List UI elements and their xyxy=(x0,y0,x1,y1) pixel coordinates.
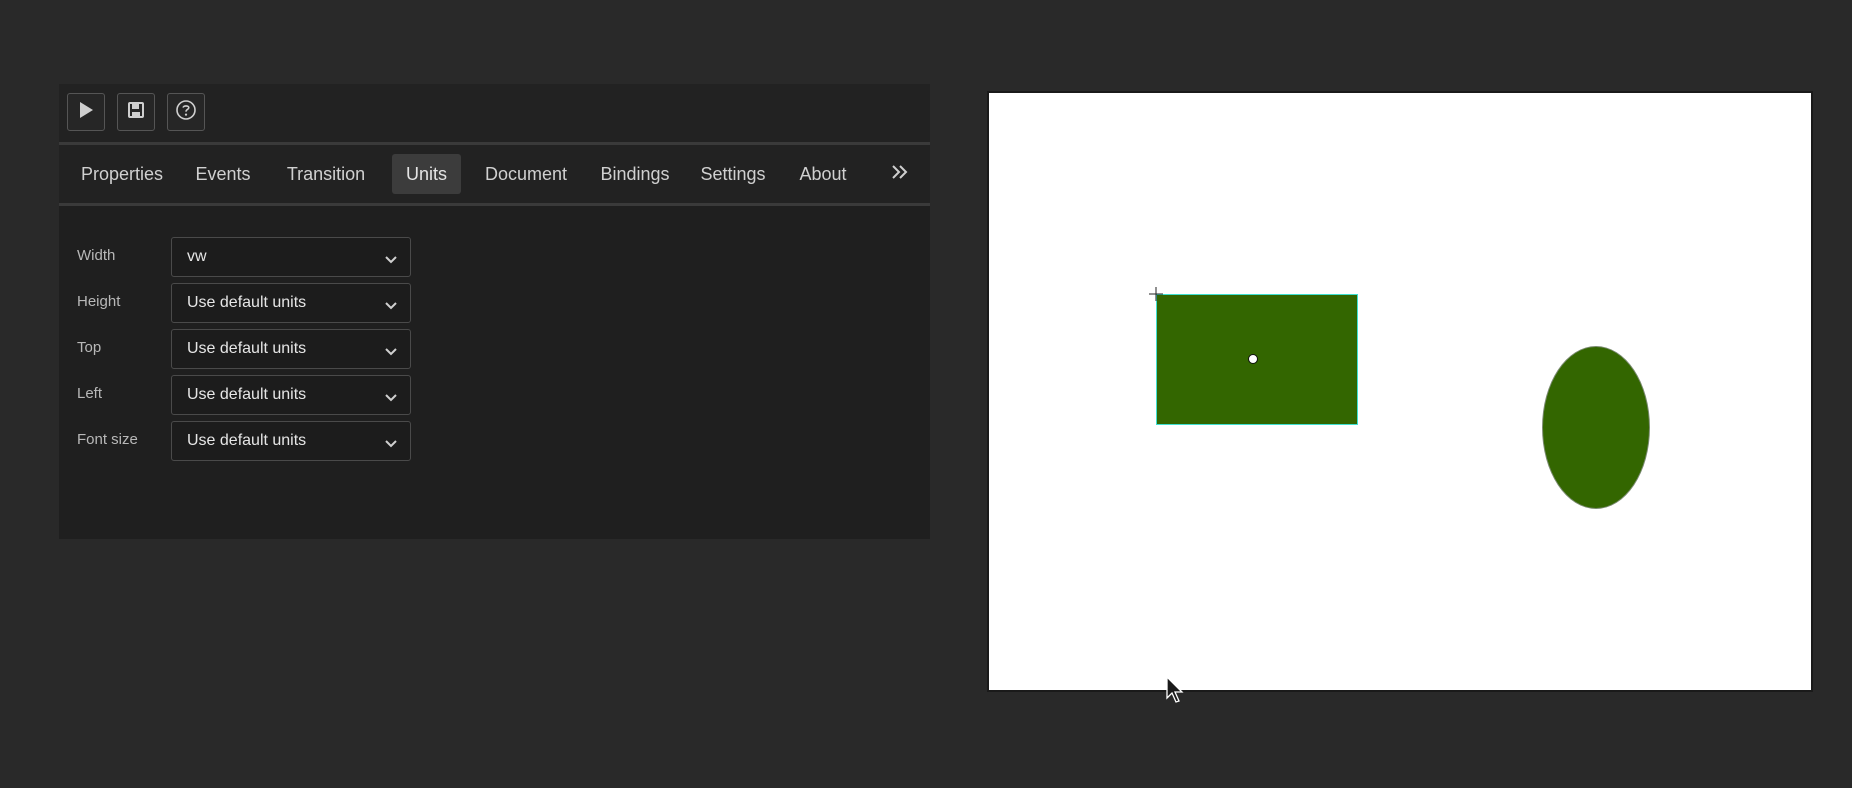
tab-transition[interactable]: Transition xyxy=(281,154,371,194)
top-unit-select[interactable]: Use default units xyxy=(171,329,411,369)
font-size-unit-value: Use default units xyxy=(187,432,307,449)
mouse-pointer-icon xyxy=(1166,675,1184,704)
tab-settings[interactable]: Settings xyxy=(693,154,773,194)
ellipse-shape[interactable] xyxy=(1542,346,1650,509)
play-icon xyxy=(77,101,95,124)
top-unit-row: Top Use default units xyxy=(59,329,930,369)
tab-about[interactable]: About xyxy=(792,154,854,194)
rotation-center-handle[interactable] xyxy=(1248,354,1258,364)
width-unit-value: vw xyxy=(187,248,207,265)
play-button[interactable] xyxy=(67,93,105,131)
save-button[interactable] xyxy=(117,93,155,131)
tab-properties[interactable]: Properties xyxy=(69,154,175,194)
left-unit-value: Use default units xyxy=(187,386,307,403)
left-label: Left xyxy=(77,385,103,402)
top-unit-value: Use default units xyxy=(187,340,307,357)
height-unit-row: Height Use default units xyxy=(59,283,930,323)
chevron-down-icon xyxy=(384,390,398,402)
double-chevron-right-icon xyxy=(890,164,910,185)
width-label: Width xyxy=(77,247,116,264)
tab-document[interactable]: Document xyxy=(477,154,575,194)
tab-units[interactable]: Units xyxy=(392,154,461,194)
height-unit-value: Use default units xyxy=(187,294,307,311)
font-size-unit-row: Font size Use default units xyxy=(59,421,930,461)
help-button[interactable] xyxy=(167,93,205,131)
chevron-down-icon xyxy=(384,344,398,356)
height-label: Height xyxy=(77,293,121,310)
crosshair-icon xyxy=(1149,287,1163,301)
chevron-down-icon xyxy=(384,298,398,310)
width-unit-row: Width vw xyxy=(59,237,930,277)
font-size-label: Font size xyxy=(77,431,138,448)
properties-panel: Properties Events Transition Units Docum… xyxy=(59,84,930,539)
tab-bindings[interactable]: Bindings xyxy=(593,154,677,194)
save-icon xyxy=(127,101,145,124)
tabs-overflow-button[interactable] xyxy=(885,154,915,194)
width-unit-select[interactable]: vw xyxy=(171,237,411,277)
height-unit-select[interactable]: Use default units xyxy=(171,283,411,323)
toolbar xyxy=(59,84,930,145)
tab-bar: Properties Events Transition Units Docum… xyxy=(59,145,930,206)
top-label: Top xyxy=(77,339,102,356)
drawing-canvas[interactable] xyxy=(987,91,1813,692)
help-icon xyxy=(175,99,197,126)
chevron-down-icon xyxy=(384,436,398,448)
font-size-unit-select[interactable]: Use default units xyxy=(171,421,411,461)
tab-events[interactable]: Events xyxy=(189,154,257,194)
left-unit-row: Left Use default units xyxy=(59,375,930,415)
left-unit-select[interactable]: Use default units xyxy=(171,375,411,415)
chevron-down-icon xyxy=(384,252,398,264)
